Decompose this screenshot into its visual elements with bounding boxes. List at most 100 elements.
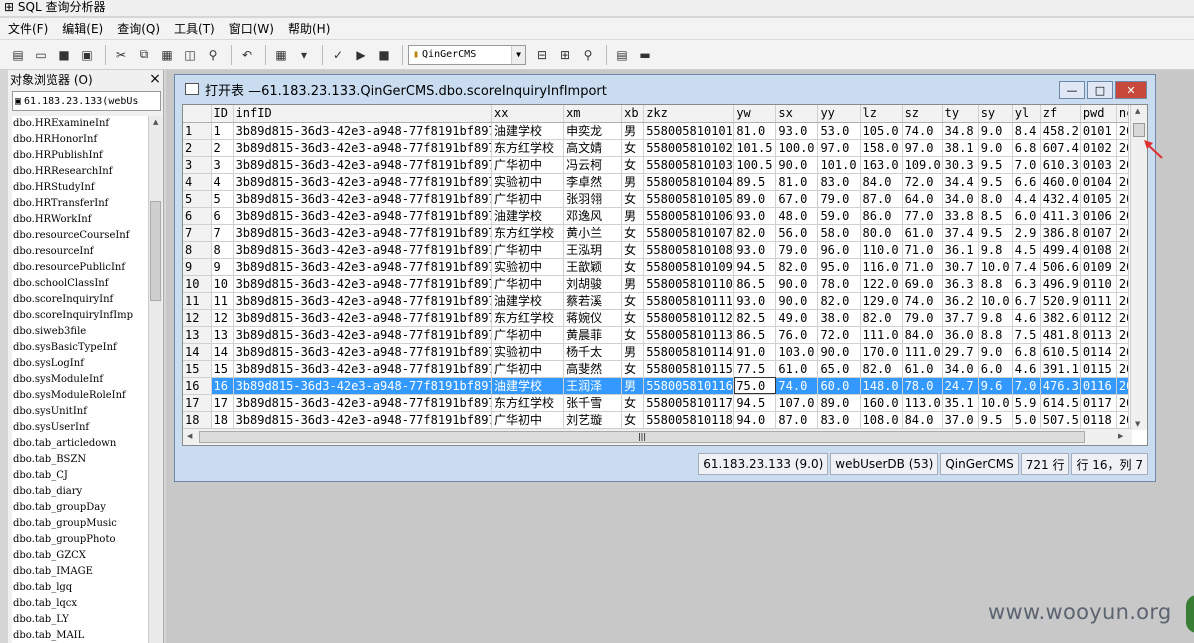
tree-item[interactable]: dbo.HRHonorInf	[12, 132, 148, 148]
table-cell[interactable]: 0117	[1080, 394, 1117, 412]
table-cell[interactable]: 35.1	[942, 394, 979, 412]
object-browser-icon[interactable]: ⊞	[555, 45, 575, 65]
table-row[interactable]: 18 18 3b89d815-36d3-42e3-a948-77f8191bf897…	[183, 411, 1130, 429]
table-cell[interactable]: 8.4	[1012, 122, 1041, 140]
table-cell[interactable]: 87.0	[775, 411, 819, 429]
table-cell[interactable]: 129.0	[860, 292, 903, 310]
table-row[interactable]: 9 9 3b89d815-36d3-42e3-a948-77f8191bf897 实验…	[183, 258, 1130, 276]
scroll-down-icon[interactable]: ▼	[1135, 420, 1140, 428]
table-cell[interactable]: 9.0	[978, 122, 1013, 140]
table-cell[interactable]: 广华初中	[491, 360, 565, 378]
table-cell[interactable]: 107.0	[775, 394, 819, 412]
table-cell[interactable]: 18	[211, 411, 234, 429]
table-cell[interactable]: 0118	[1080, 411, 1117, 429]
row-header[interactable]: 15	[183, 360, 212, 378]
table-cell[interactable]: 油建学校	[491, 207, 565, 225]
table-cell[interactable]: 0105	[1080, 190, 1117, 208]
table-cell[interactable]: 实验初中	[491, 173, 565, 191]
table-cell[interactable]: 4.6	[1012, 309, 1041, 327]
table-cell[interactable]: 9.5	[978, 224, 1013, 242]
table-cell[interactable]: 506.6	[1040, 258, 1081, 276]
row-header[interactable]: 13	[183, 326, 212, 344]
table-cell[interactable]: 3b89d815-36d3-42e3-a948-77f8191bf897	[233, 241, 492, 259]
parse-check-icon[interactable]: ✓	[328, 45, 348, 65]
stop-icon[interactable]: ■	[374, 45, 394, 65]
scroll-up-icon[interactable]: ▲	[1135, 107, 1140, 115]
table-cell[interactable]: 20	[1116, 190, 1130, 208]
table-cell[interactable]: 男	[621, 275, 645, 293]
table-cell[interactable]: 61.0	[902, 360, 943, 378]
tree-item[interactable]: dbo.sysModuleInf	[12, 372, 148, 388]
table-cell[interactable]: 90.0	[775, 156, 819, 174]
table-cell[interactable]: 89.0	[733, 190, 777, 208]
table-cell[interactable]: 刘艺璇	[563, 411, 623, 429]
table-cell[interactable]: 558005810114	[643, 343, 735, 361]
tree-item[interactable]: dbo.sysUnitInf	[12, 404, 148, 420]
table-cell[interactable]: 93.0	[733, 207, 777, 225]
table-cell[interactable]: 476.3	[1040, 377, 1081, 395]
table-cell[interactable]: 93.0	[775, 122, 819, 140]
table-cell[interactable]: 65.0	[817, 360, 861, 378]
table-cell[interactable]: 20	[1116, 139, 1130, 157]
table-cell[interactable]: 82.0	[860, 360, 903, 378]
table-cell[interactable]: 杨千太	[563, 343, 623, 361]
table-cell[interactable]: 0103	[1080, 156, 1117, 174]
table-cell[interactable]: 111.0	[902, 343, 943, 361]
table-cell[interactable]: 411.3	[1040, 207, 1081, 225]
table-cell[interactable]: 0104	[1080, 173, 1117, 191]
table-cell[interactable]: 高斐然	[563, 360, 623, 378]
table-cell[interactable]: 458.2	[1040, 122, 1081, 140]
table-cell[interactable]: 6.8	[1012, 343, 1041, 361]
table-cell[interactable]: 6.6	[1012, 173, 1041, 191]
tree-item[interactable]: dbo.tab_groupMusic	[12, 516, 148, 532]
menu-window[interactable]: 窗口(W)	[229, 20, 274, 37]
table-cell[interactable]: 36.3	[942, 275, 979, 293]
row-header[interactable]: 3	[183, 156, 212, 174]
column-header[interactable]: ty	[942, 105, 979, 123]
table-cell[interactable]: 0111	[1080, 292, 1117, 310]
tree-item[interactable]: dbo.sysLogInf	[12, 356, 148, 372]
save-icon[interactable]: ■	[54, 45, 74, 65]
table-cell[interactable]: 170.0	[860, 343, 903, 361]
scrollbar-thumb[interactable]: |||	[199, 431, 1085, 443]
column-header[interactable]: infID	[233, 105, 492, 123]
table-cell[interactable]: 9.0	[978, 343, 1013, 361]
table-cell[interactable]: 558005810105	[643, 190, 735, 208]
tree-item[interactable]: dbo.tab_BSZN	[12, 452, 148, 468]
table-cell[interactable]: 558005810112	[643, 309, 735, 327]
table-cell[interactable]: 男	[621, 122, 645, 140]
table-cell[interactable]: 0101	[1080, 122, 1117, 140]
table-cell[interactable]: 3b89d815-36d3-42e3-a948-77f8191bf897	[233, 360, 492, 378]
tree-item[interactable]: dbo.scoreInquiryInf	[12, 292, 148, 308]
table-cell[interactable]: 83.0	[817, 411, 861, 429]
table-cell[interactable]: 黄晨菲	[563, 326, 623, 344]
tree-item[interactable]: dbo.tab_lgq	[12, 580, 148, 596]
table-cell[interactable]: 1	[211, 122, 234, 140]
table-cell[interactable]: 79.0	[902, 309, 943, 327]
row-header[interactable]: 2	[183, 139, 212, 157]
tree-item[interactable]: dbo.HRStudyInf	[12, 180, 148, 196]
table-cell[interactable]: 9.0	[978, 139, 1013, 157]
table-cell[interactable]: 93.0	[733, 292, 777, 310]
table-cell[interactable]: 83.0	[817, 173, 861, 191]
table-cell[interactable]: 9.5	[978, 173, 1013, 191]
table-cell[interactable]: 9	[211, 258, 234, 276]
table-cell[interactable]: 张千雪	[563, 394, 623, 412]
table-cell[interactable]: 97.0	[902, 139, 943, 157]
table-cell[interactable]: 0108	[1080, 241, 1117, 259]
column-header[interactable]: yl	[1012, 105, 1041, 123]
column-header[interactable]: zf	[1040, 105, 1081, 123]
table-cell[interactable]: 382.6	[1040, 309, 1081, 327]
table-cell[interactable]: 女	[621, 360, 645, 378]
table-cell[interactable]: 东方红学校	[491, 224, 565, 242]
table-row[interactable]: 11 11 3b89d815-36d3-42e3-a948-77f8191bf897…	[183, 292, 1130, 310]
table-cell[interactable]: 34.0	[942, 360, 979, 378]
table-cell[interactable]: 86.5	[733, 326, 777, 344]
table-cell[interactable]: 81.0	[775, 173, 819, 191]
table-cell[interactable]: 3b89d815-36d3-42e3-a948-77f8191bf897	[233, 343, 492, 361]
table-cell[interactable]: 90.0	[817, 343, 861, 361]
table-cell[interactable]: 0106	[1080, 207, 1117, 225]
table-cell[interactable]: 391.1	[1040, 360, 1081, 378]
row-header[interactable]: 12	[183, 309, 212, 327]
table-cell[interactable]: 0110	[1080, 275, 1117, 293]
